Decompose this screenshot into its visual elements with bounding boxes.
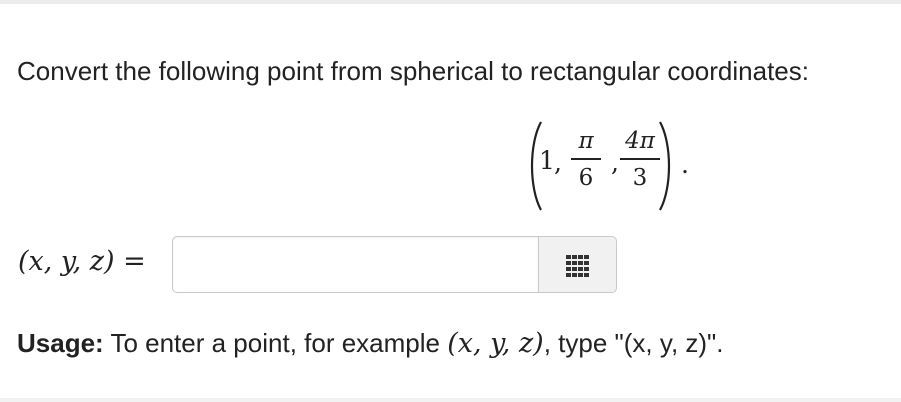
- top-divider: [0, 0, 901, 4]
- theta-denominator: 6: [578, 165, 594, 191]
- answer-label: (x, y, z) =: [18, 246, 146, 277]
- usage-text: To enter a point, for example: [103, 328, 448, 358]
- keypad-grid-icon: [566, 253, 590, 277]
- right-paren-icon: [658, 118, 674, 214]
- spherical-point-formula: 1 , π 6 , 4π 3 .: [527, 118, 727, 214]
- point-phi-fraction: 4π 3: [620, 126, 660, 193]
- answer-input[interactable]: [172, 236, 538, 293]
- math-keypad-button[interactable]: [538, 236, 617, 293]
- usage-label: Usage:: [17, 328, 104, 358]
- point-theta-fraction: π 6: [571, 126, 601, 193]
- usage-hint: Usage: To enter a point, for example (x,…: [17, 326, 724, 361]
- usage-text-end: , type "(x, y, z)".: [543, 328, 724, 358]
- phi-denominator: 3: [632, 165, 648, 191]
- usage-example-math: (x, y, z): [447, 328, 544, 359]
- point-rho: 1: [539, 146, 555, 175]
- point-comma: ,: [611, 148, 619, 177]
- theta-numerator: π: [578, 128, 594, 154]
- point-comma: ,: [554, 148, 562, 177]
- bottom-divider: [0, 398, 901, 402]
- point-period: .: [681, 150, 689, 179]
- fraction-bar: [620, 158, 660, 160]
- fraction-bar: [571, 158, 601, 160]
- problem-prompt: Convert the following point from spheric…: [17, 56, 809, 86]
- phi-numerator: 4π: [625, 128, 655, 154]
